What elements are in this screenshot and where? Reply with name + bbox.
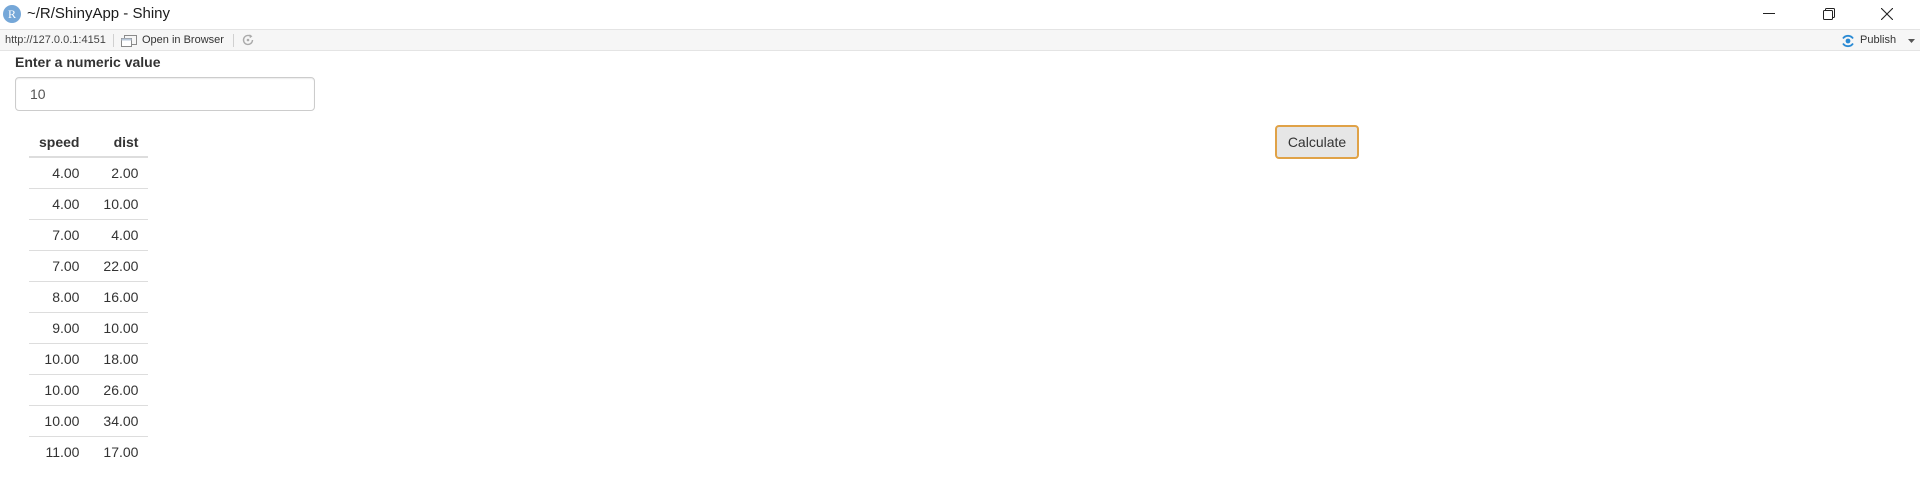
table-row: 4.002.00: [29, 157, 148, 188]
cell-dist: 10.00: [89, 312, 148, 343]
window-title: ~/R/ShinyApp - Shiny: [27, 5, 170, 22]
cell-speed: 8.00: [29, 281, 89, 312]
toolbar-separator: [233, 34, 234, 47]
open-in-browser-label: Open in Browser: [142, 34, 224, 46]
cell-speed: 7.00: [29, 219, 89, 250]
numeric-value-input[interactable]: [15, 77, 315, 111]
minimize-button[interactable]: [1746, 0, 1792, 29]
cell-speed: 9.00: [29, 312, 89, 343]
cell-dist: 2.00: [89, 157, 148, 188]
table-row: 11.0017.00: [29, 436, 148, 467]
table-row: 9.0010.00: [29, 312, 148, 343]
publish-icon: [1840, 34, 1856, 48]
cell-dist: 22.00: [89, 250, 148, 281]
url-text: http://127.0.0.1:4151: [5, 34, 106, 46]
close-icon: [1881, 8, 1893, 20]
chevron-down-icon[interactable]: [1908, 39, 1915, 43]
table-row: 4.0010.00: [29, 188, 148, 219]
publish-label: Publish: [1860, 34, 1896, 46]
cell-speed: 10.00: [29, 343, 89, 374]
cell-speed: 11.00: [29, 436, 89, 467]
minimize-icon: [1763, 8, 1775, 20]
calculate-button[interactable]: Calculate: [1275, 125, 1359, 159]
cell-dist: 18.00: [89, 343, 148, 374]
restore-icon: [1823, 8, 1835, 20]
column-header-speed: speed: [29, 127, 89, 157]
table-row: 10.0034.00: [29, 405, 148, 436]
cell-speed: 4.00: [29, 157, 89, 188]
open-in-browser-icon: [121, 35, 137, 47]
refresh-icon[interactable]: [241, 33, 255, 47]
cell-speed: 7.00: [29, 250, 89, 281]
table-header-row: speed dist: [29, 127, 148, 157]
cell-speed: 10.00: [29, 405, 89, 436]
shiny-app-body: Enter a numeric value Calculate speed di…: [0, 51, 1920, 490]
table-row: 10.0026.00: [29, 374, 148, 405]
cell-dist: 34.00: [89, 405, 148, 436]
cell-dist: 10.00: [89, 188, 148, 219]
column-header-dist: dist: [89, 127, 148, 157]
toolbar-separator: [113, 34, 114, 47]
r-app-icon: R: [3, 5, 21, 23]
close-button[interactable]: [1864, 0, 1910, 29]
cell-dist: 4.00: [89, 219, 148, 250]
cell-dist: 16.00: [89, 281, 148, 312]
restore-button[interactable]: [1806, 0, 1852, 29]
table-row: 7.0022.00: [29, 250, 148, 281]
cell-speed: 10.00: [29, 374, 89, 405]
viewer-toolbar: http://127.0.0.1:4151 Open in Browser Pu…: [0, 29, 1920, 51]
cell-dist: 17.00: [89, 436, 148, 467]
cell-dist: 26.00: [89, 374, 148, 405]
results-table: speed dist 4.002.00 4.0010.00 7.004.00 7…: [29, 127, 148, 467]
numeric-input-label: Enter a numeric value: [15, 54, 161, 70]
table-row: 10.0018.00: [29, 343, 148, 374]
table-row: 7.004.00: [29, 219, 148, 250]
window-titlebar: R ~/R/ShinyApp - Shiny: [0, 0, 1920, 29]
cell-speed: 4.00: [29, 188, 89, 219]
table-row: 8.0016.00: [29, 281, 148, 312]
